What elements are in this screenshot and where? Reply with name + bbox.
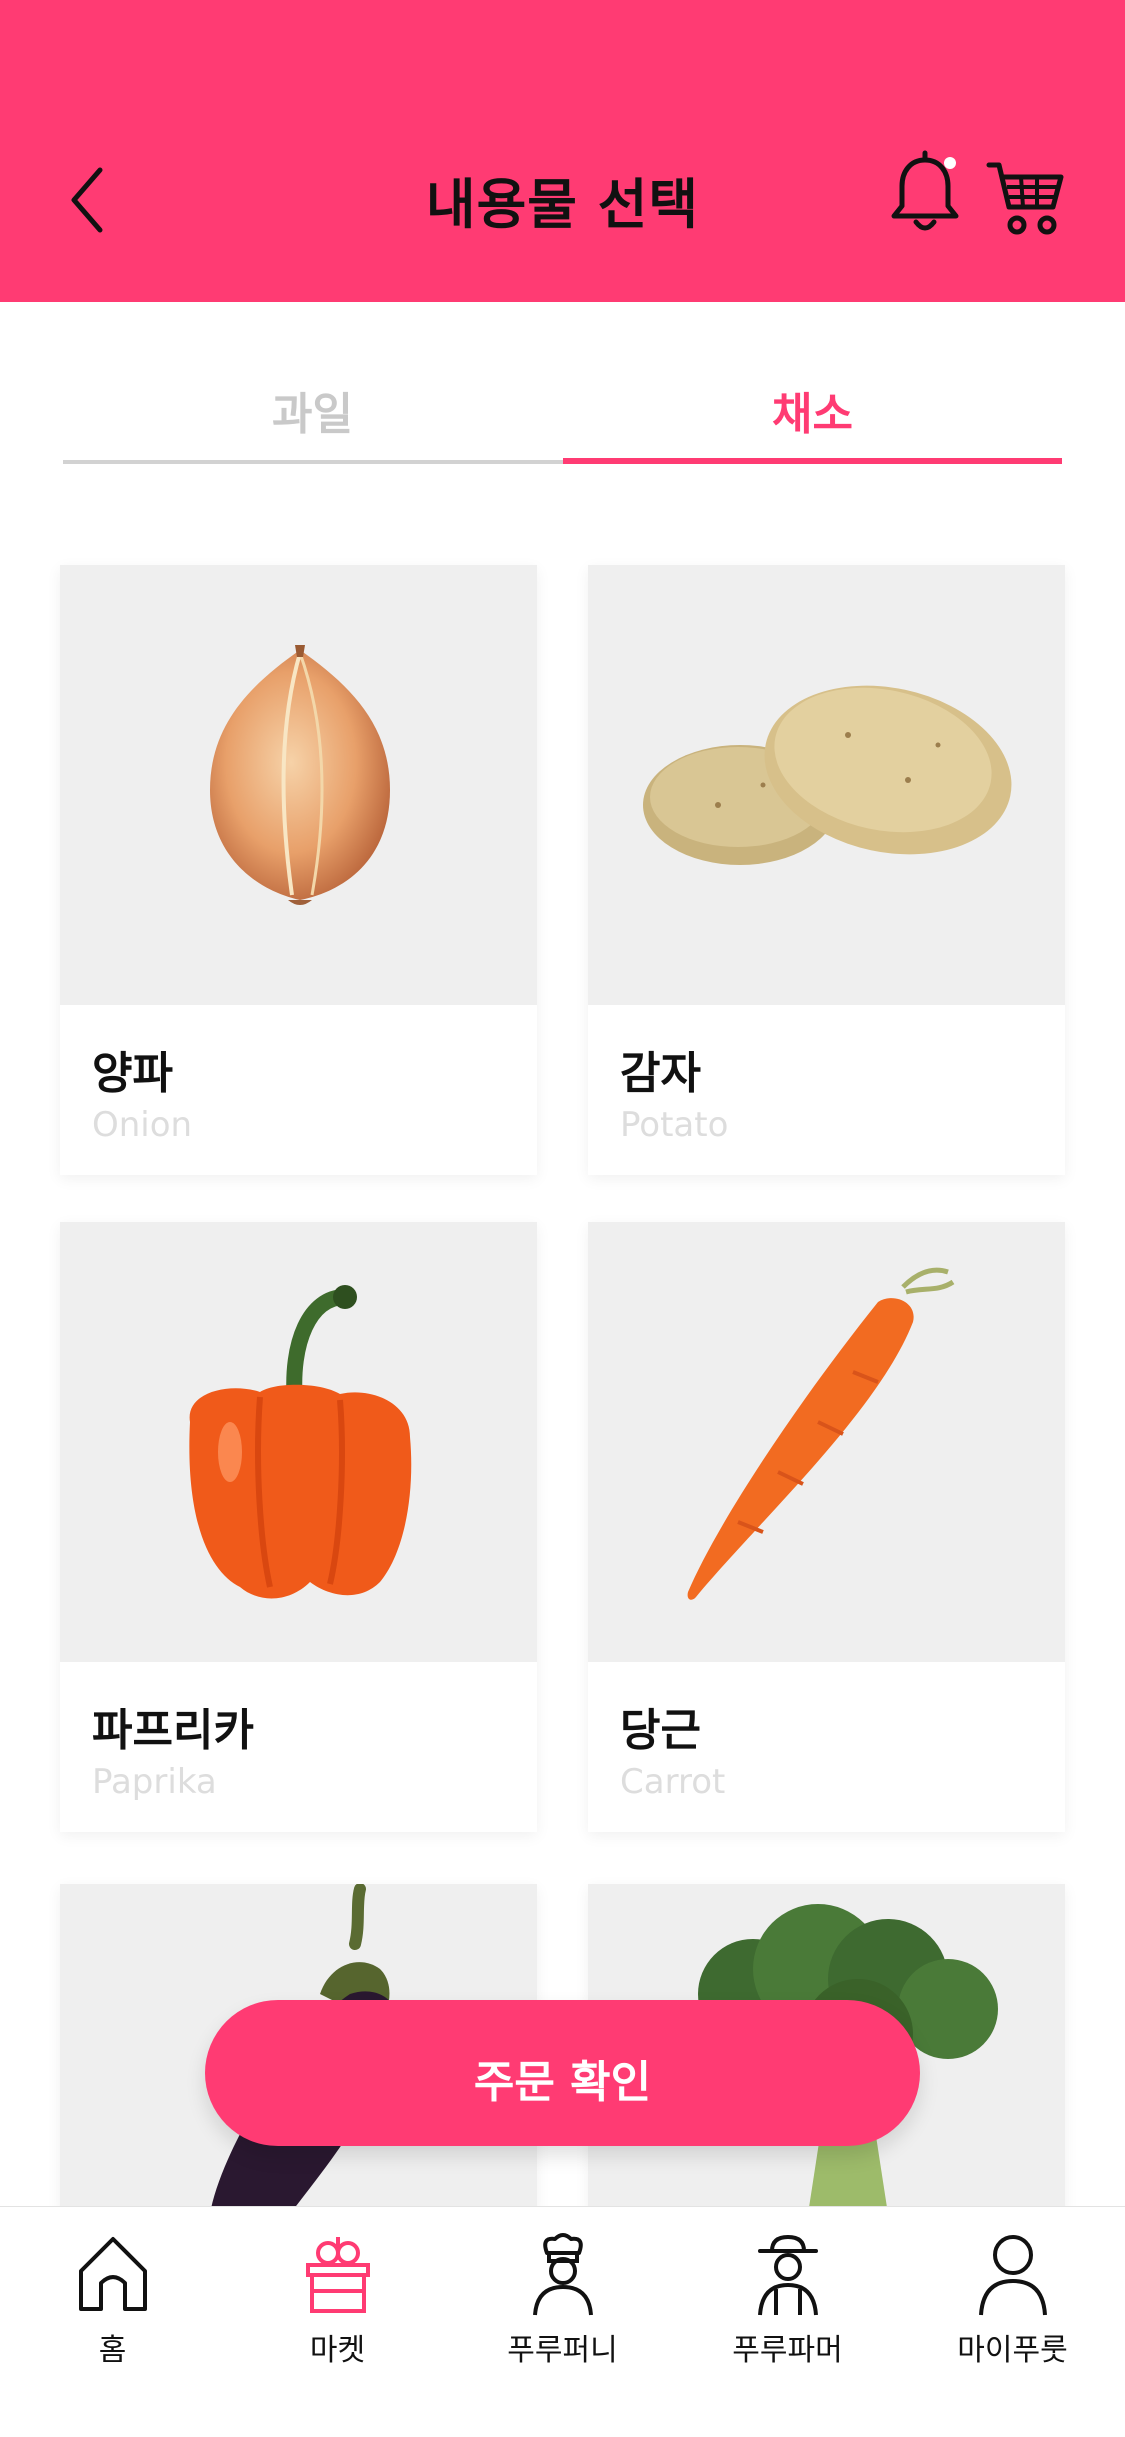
cart-button[interactable] xyxy=(985,155,1065,240)
product-name: 당근 xyxy=(620,1705,701,1756)
farmer-icon xyxy=(758,2234,818,2316)
paprika-image xyxy=(189,1285,412,1599)
product-name: 양파 xyxy=(92,1048,173,1099)
product-card-paprika[interactable]: 파프리카 Paprika xyxy=(60,1222,537,1832)
product-name: 파프리카 xyxy=(92,1705,254,1756)
cart-icon xyxy=(986,162,1064,235)
product-name: 감자 xyxy=(620,1048,701,1099)
nav-my[interactable]: 마이푸룻 xyxy=(900,2207,1125,2407)
onion-image xyxy=(210,645,390,905)
product-image xyxy=(588,565,1065,1005)
nav-chef-label: 푸루퍼니 xyxy=(507,2333,618,2368)
home-icon xyxy=(79,2237,147,2311)
nav-chef[interactable]: 푸루퍼니 xyxy=(450,2207,675,2407)
user-icon xyxy=(979,2235,1047,2316)
tab-fruit-label: 과일 xyxy=(272,389,353,440)
nav-market[interactable]: 마켓 xyxy=(225,2207,450,2407)
order-confirm-label: 주문 확인 xyxy=(473,2057,652,2108)
product-english-name: Carrot xyxy=(620,1762,726,1802)
carrot-image xyxy=(687,1267,955,1600)
tab-active-indicator xyxy=(563,458,1062,464)
product-card-onion[interactable]: 양파 Onion xyxy=(60,565,537,1175)
market-basket-icon xyxy=(306,2237,370,2313)
product-image xyxy=(588,1222,1065,1662)
notification-button[interactable] xyxy=(890,150,960,240)
nav-market-label: 마켓 xyxy=(309,2333,366,2368)
nav-home-label: 홈 xyxy=(98,2333,127,2368)
tab-vegetable[interactable]: 채소 xyxy=(563,340,1062,468)
category-tabs: 과일 채소 xyxy=(63,340,1062,468)
product-image xyxy=(60,1222,537,1662)
product-image xyxy=(60,565,537,1005)
nav-farmer-label: 푸루파머 xyxy=(732,2333,843,2368)
product-card-potato[interactable]: 감자 Potato xyxy=(588,565,1065,1175)
product-english-name: Onion xyxy=(92,1105,193,1145)
potato-image xyxy=(643,685,1012,865)
bell-icon xyxy=(891,150,959,231)
product-english-name: Potato xyxy=(620,1105,729,1145)
product-english-name: Paprika xyxy=(92,1762,217,1802)
chef-icon xyxy=(533,2233,593,2316)
header-bar: 내용물 선택 xyxy=(0,0,1125,302)
nav-home[interactable]: 홈 xyxy=(0,2207,225,2407)
bottom-navigation: 홈 마켓 푸루퍼니 푸루파머 마이푸룻 xyxy=(0,2206,1125,2437)
tab-fruit[interactable]: 과일 xyxy=(63,340,562,468)
nav-my-label: 마이푸룻 xyxy=(957,2333,1068,2368)
nav-farmer[interactable]: 푸루파머 xyxy=(675,2207,900,2407)
order-confirm-button[interactable]: 주문 확인 xyxy=(205,2000,920,2146)
product-card-carrot[interactable]: 당근 Carrot xyxy=(588,1222,1065,1832)
tab-vegetable-label: 채소 xyxy=(772,389,853,440)
